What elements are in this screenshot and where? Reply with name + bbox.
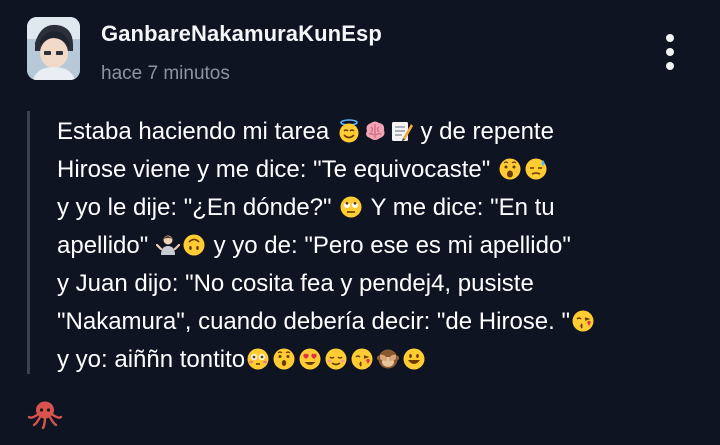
upside-down-face-emoji-icon [183,234,205,256]
heart-eyes-emoji-icon [299,348,321,370]
face-blowing-kiss-emoji-icon [351,348,373,370]
smiling-halo-emoji-icon [339,119,359,143]
post-text: Estaba haciendo mi tarea [57,118,330,145]
post-text: y yo le dije: "¿En dónde?" [57,194,332,221]
post-text: apellido" [57,232,149,259]
post-line: Hirose viene y me dice: "Te equivocaste" [57,151,697,189]
see-no-evil-monkey-emoji-icon [377,349,400,369]
profile-avatar[interactable] [27,17,80,80]
post-text: y de repente [420,118,554,145]
dot [666,34,674,42]
dot [666,62,674,70]
eye-roll-emoji-icon [340,196,362,218]
quote-bar [27,111,30,374]
memo-emoji-icon [391,122,413,141]
post-text: Hirose viene y me dice: "Te equivocaste" [57,156,491,183]
surprised-face-emoji-icon [499,158,521,180]
downcast-sweat-emoji-icon [525,158,547,180]
post-line: y Juan dijo: "No cosita fea y pendej4, p… [57,265,697,303]
vertical-ellipsis-icon[interactable] [656,30,684,74]
post-text: y yo: aiññn tontito [57,346,246,373]
grinning-face-emoji-icon [403,348,425,370]
octopus-icon [27,401,63,430]
post-text: Y me dice: "En tu [370,194,555,221]
timestamp: hace 7 minutos [101,63,230,84]
username[interactable]: GanbareNakamuraKunEsp [101,21,382,47]
post-line: Estaba haciendo mi tarea y de repente [57,113,697,151]
hushed-face-emoji-icon [273,348,295,370]
post-line: y yo le dije: "¿En dónde?" Y me dice: "E… [57,189,697,227]
brain-emoji-icon [365,121,385,140]
face-blowing-kiss-emoji-icon [572,310,594,332]
dot [666,48,674,56]
post-line: "Nakamura", cuando debería decir: "de Hi… [57,303,697,341]
smiling-face-emoji-icon [325,348,347,370]
post-line: apellido" y yo de: "Pero ese es mi apell… [57,227,697,265]
person-shrugging-emoji-icon [155,235,180,255]
flushed-face-emoji-icon [247,348,269,370]
post-body: Estaba haciendo mi tarea y de repente Hi… [57,113,697,379]
post-text: y yo de: "Pero ese es mi apellido" [213,232,571,259]
post-text: "Nakamura", cuando debería decir: "de Hi… [57,308,570,335]
post-card: GanbareNakamuraKunEsp hace 7 minutos Est… [0,0,720,445]
post-line: y yo: aiññn tontito [57,341,697,379]
post-text: y Juan dijo: "No cosita fea y pendej4, p… [57,270,534,297]
